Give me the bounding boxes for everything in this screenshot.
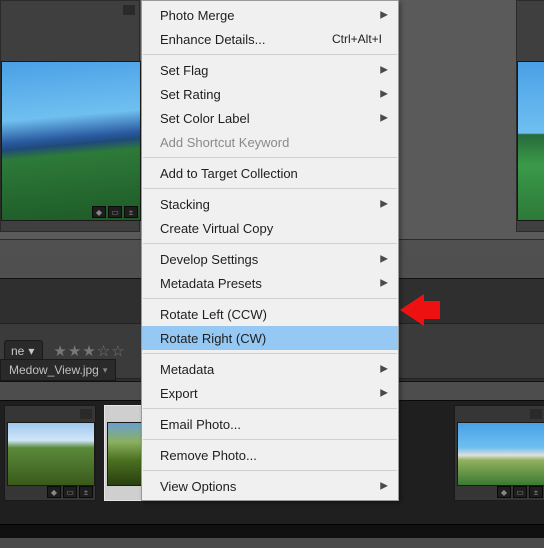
thumbnail-image[interactable]: ◆ ▭ ± (1, 61, 141, 221)
menu-separator (143, 408, 397, 409)
menu-item-create-virtual-copy[interactable]: Create Virtual Copy (142, 216, 398, 240)
menu-item-label: Stacking (160, 197, 210, 212)
menu-item-label: Rotate Right (CW) (160, 331, 266, 346)
menu-item-label: Set Rating (160, 87, 221, 102)
flag-icon[interactable] (530, 409, 542, 419)
adjust-icon[interactable]: ± (529, 486, 543, 498)
menu-item-label: Create Virtual Copy (160, 221, 273, 236)
menu-item-label: Add Shortcut Keyword (160, 135, 289, 150)
menu-separator (143, 298, 397, 299)
filmstrip-cell[interactable]: ◆▭± (4, 405, 96, 501)
menu-item-view-options[interactable]: View Options ▶ (142, 474, 398, 498)
context-menu: Photo Merge ▶ Enhance Details... Ctrl+Alt+I… (141, 0, 399, 501)
filmstrip-scrollbar[interactable] (0, 524, 544, 538)
menu-item-remove-photo[interactable]: Remove Photo... (142, 443, 398, 467)
menu-item-label: Email Photo... (160, 417, 241, 432)
menu-item-export[interactable]: Export ▶ (142, 381, 398, 405)
submenu-arrow-icon: ▶ (380, 10, 388, 21)
submenu-arrow-icon: ▶ (380, 113, 388, 124)
thumbnail-badges: ◆ ▭ ± (92, 206, 138, 218)
menu-separator (143, 243, 397, 244)
menu-item-rotate-left-ccw[interactable]: Rotate Left (CCW) (142, 302, 398, 326)
annotation-arrow (400, 294, 424, 326)
chevron-down-icon: ▾ (28, 344, 34, 358)
menu-item-label: Metadata (160, 362, 214, 377)
menu-item-label: Develop Settings (160, 252, 258, 267)
sort-label-fragment: ne (11, 344, 24, 358)
menu-item-metadata[interactable]: Metadata ▶ (142, 357, 398, 381)
menu-item-label: View Options (160, 479, 236, 494)
submenu-arrow-icon: ▶ (380, 388, 388, 399)
submenu-arrow-icon: ▶ (380, 65, 388, 76)
lightroom-screenshot: { "sort": { "suffix_label": "ne" }, "rat… (0, 0, 544, 548)
menu-item-label: Add to Target Collection (160, 166, 298, 181)
menu-item-photo-merge[interactable]: Photo Merge ▶ (142, 3, 398, 27)
menu-item-label: Set Color Label (160, 111, 250, 126)
menu-item-enhance-details[interactable]: Enhance Details... Ctrl+Alt+I (142, 27, 398, 51)
menu-separator (143, 470, 397, 471)
menu-item-label: Photo Merge (160, 8, 234, 23)
submenu-arrow-icon: ▶ (380, 89, 388, 100)
grid-cell[interactable]: ◆ ▭ ± (0, 0, 140, 232)
filename-dropdown[interactable]: Medow_View.jpg ▾ (0, 359, 116, 381)
menu-item-label: Metadata Presets (160, 276, 262, 291)
grid-cell[interactable] (516, 0, 544, 232)
menu-item-shortcut: Ctrl+Alt+I (332, 32, 382, 46)
adjust-icon[interactable]: ± (79, 486, 93, 498)
thumbnail-image[interactable] (7, 422, 95, 486)
thumbnail-image[interactable] (457, 422, 544, 486)
filename-label: Medow_View.jpg (9, 363, 99, 377)
menu-item-label: Rotate Left (CCW) (160, 307, 267, 322)
filmstrip-cell[interactable]: ◆▭± (454, 405, 544, 501)
menu-item-set-rating[interactable]: Set Rating ▶ (142, 82, 398, 106)
menu-separator (143, 439, 397, 440)
tag-icon[interactable]: ◆ (497, 486, 511, 498)
menu-item-develop-settings[interactable]: Develop Settings ▶ (142, 247, 398, 271)
menu-item-rotate-right-cw[interactable]: Rotate Right (CW) (142, 326, 398, 350)
menu-item-set-flag[interactable]: Set Flag ▶ (142, 58, 398, 82)
tag-icon[interactable]: ◆ (47, 486, 61, 498)
crop-icon[interactable]: ▭ (108, 206, 122, 218)
menu-item-label: Remove Photo... (160, 448, 257, 463)
crop-icon[interactable]: ▭ (513, 486, 527, 498)
flag-icon[interactable] (123, 5, 135, 15)
tag-icon[interactable]: ◆ (92, 206, 106, 218)
menu-item-stacking[interactable]: Stacking ▶ (142, 192, 398, 216)
menu-separator (143, 54, 397, 55)
menu-item-set-color-label[interactable]: Set Color Label ▶ (142, 106, 398, 130)
thumbnail-image[interactable] (517, 61, 544, 221)
menu-item-add-to-target-collection[interactable]: Add to Target Collection (142, 161, 398, 185)
submenu-arrow-icon: ▶ (380, 254, 388, 265)
submenu-arrow-icon: ▶ (380, 199, 388, 210)
rating-stars[interactable]: ★★★☆☆ (53, 342, 125, 360)
submenu-arrow-icon: ▶ (380, 364, 388, 375)
flag-icon[interactable] (80, 409, 92, 419)
menu-item-email-photo[interactable]: Email Photo... (142, 412, 398, 436)
menu-item-label: Export (160, 386, 198, 401)
crop-icon[interactable]: ▭ (63, 486, 77, 498)
submenu-arrow-icon: ▶ (380, 278, 388, 289)
menu-item-add-shortcut-keyword: Add Shortcut Keyword (142, 130, 398, 154)
menu-item-metadata-presets[interactable]: Metadata Presets ▶ (142, 271, 398, 295)
adjust-icon[interactable]: ± (124, 206, 138, 218)
menu-separator (143, 157, 397, 158)
menu-separator (143, 188, 397, 189)
menu-separator (143, 353, 397, 354)
menu-item-label: Enhance Details... (160, 32, 266, 47)
submenu-arrow-icon: ▶ (380, 481, 388, 492)
chevron-down-icon: ▾ (103, 365, 108, 376)
menu-item-label: Set Flag (160, 63, 208, 78)
